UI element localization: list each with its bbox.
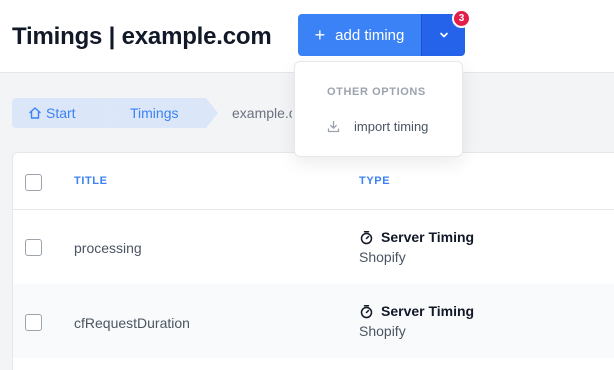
- dropdown-heading: OTHER OPTIONS: [327, 86, 426, 98]
- add-timing-button-group: + add timing 3: [298, 9, 471, 56]
- import-timing-label: import timing: [354, 119, 429, 134]
- more-options-dropdown: OTHER OPTIONS import timing: [294, 61, 463, 157]
- import-timing-item[interactable]: import timing: [327, 119, 428, 134]
- timings-table: TITLE TYPE processing Server Timing Shop…: [12, 152, 614, 370]
- breadcrumb-start[interactable]: Start: [12, 98, 114, 128]
- table-header: TITLE TYPE: [13, 153, 614, 210]
- add-timing-label: add timing: [335, 26, 405, 44]
- home-icon: [28, 106, 42, 120]
- page-title: Timings | example.com: [12, 23, 272, 50]
- chevron-down-icon: [439, 32, 448, 38]
- row-checkbox[interactable]: [25, 314, 42, 331]
- table-row[interactable]: cfRequestDuration Server Timing Shopify: [13, 284, 614, 358]
- breadcrumb-timings[interactable]: Timings: [102, 98, 218, 128]
- select-all-checkbox[interactable]: [25, 174, 42, 191]
- row-type-label: Server Timing: [381, 303, 475, 319]
- row-type: Server Timing: [359, 229, 474, 245]
- stopwatch-icon: [360, 304, 373, 318]
- row-type-label: Server Timing: [381, 229, 475, 245]
- breadcrumb-timings-label: Timings: [130, 105, 179, 121]
- breadcrumb-current: example.com: [206, 98, 292, 128]
- breadcrumb-start-label: Start: [46, 105, 76, 121]
- table-row[interactable]: processing Server Timing Shopify: [13, 210, 614, 284]
- row-source: Shopify: [359, 323, 406, 339]
- stopwatch-icon: [360, 230, 373, 244]
- row-source: Shopify: [359, 249, 406, 265]
- column-title-header[interactable]: TITLE: [74, 175, 108, 187]
- row-checkbox[interactable]: [25, 239, 42, 256]
- breadcrumb-current-label: example.com: [232, 105, 292, 121]
- breadcrumb: Start Timings example.com: [12, 98, 292, 128]
- more-options-toggle[interactable]: 3: [421, 9, 471, 56]
- plus-icon: +: [314, 24, 326, 45]
- add-timing-button[interactable]: + add timing: [298, 14, 421, 56]
- row-title[interactable]: cfRequestDuration: [74, 315, 190, 331]
- notification-badge: 3: [452, 9, 471, 28]
- row-type: Server Timing: [359, 303, 474, 319]
- row-title[interactable]: processing: [74, 240, 142, 256]
- download-icon: [327, 120, 340, 133]
- column-type-header[interactable]: TYPE: [359, 175, 390, 187]
